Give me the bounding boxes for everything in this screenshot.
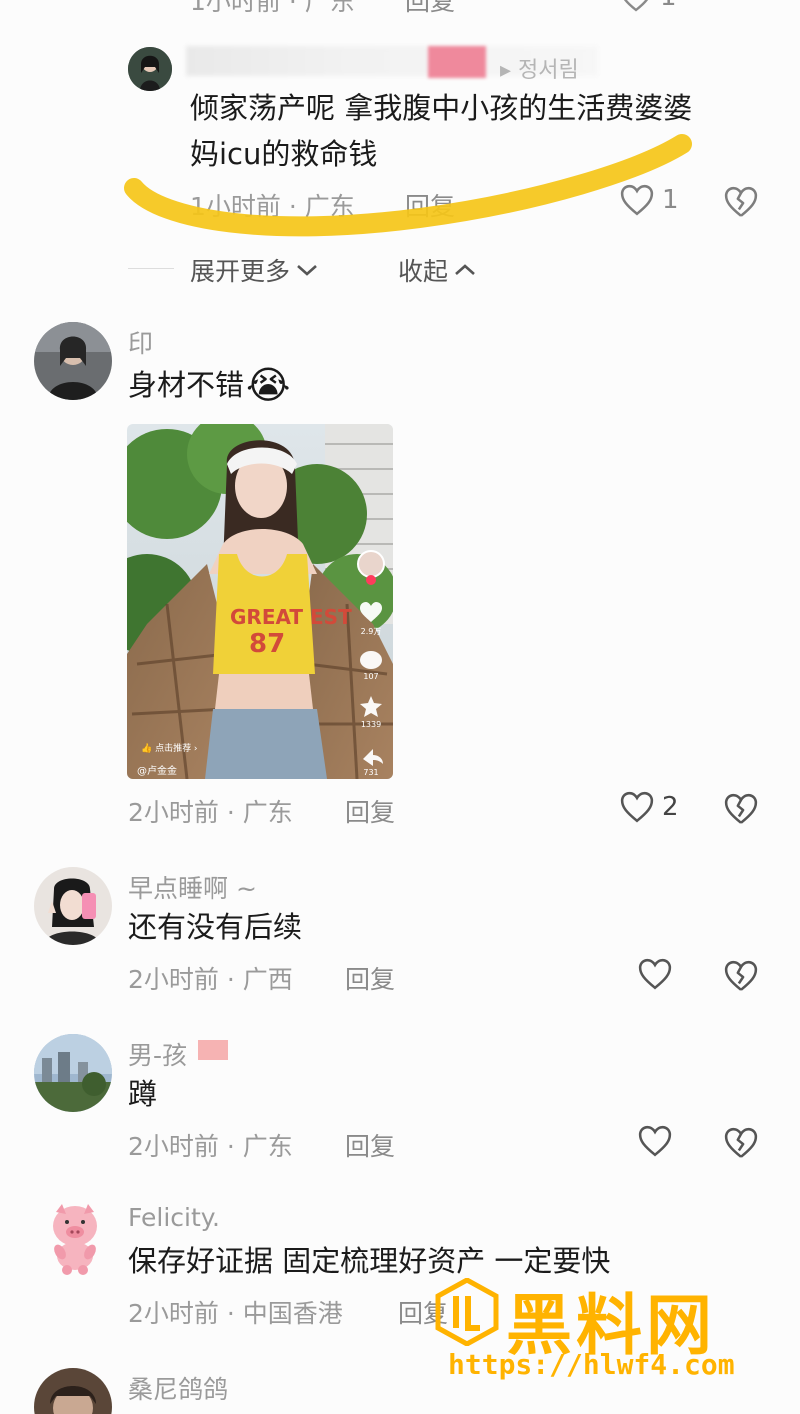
flag-icon <box>198 1040 228 1060</box>
collapse-label: 收起 <box>398 257 449 286</box>
svg-text:107: 107 <box>363 672 378 681</box>
avatar-image <box>34 1368 112 1414</box>
broken-heart-icon <box>724 186 758 217</box>
like-count: 1 <box>660 0 677 12</box>
watermark: 黑料网 https://hlwf4.com <box>434 1272 764 1387</box>
watermark-logo-icon <box>435 1278 499 1346</box>
video-count-likes: 2.9万 <box>361 627 382 636</box>
chevron-up-icon <box>455 264 475 275</box>
comment-username[interactable]: 男-孩 <box>128 1036 187 1072</box>
shirt-text: GREAT EST <box>230 605 352 629</box>
broken-heart-icon <box>724 960 758 991</box>
dislike-button[interactable] <box>724 960 758 996</box>
reply-button[interactable]: 回复 <box>345 960 395 996</box>
comment-text: 还有没有后续 <box>128 910 303 944</box>
avatar-image <box>128 47 172 91</box>
video-card[interactable]: GREAT EST 87 2.9万 107 1339 731 👍 点击推荐 › … <box>127 424 393 779</box>
comment-meta: 2小时前 · 广东 <box>128 1132 293 1161</box>
like-button[interactable]: 1 <box>620 0 677 12</box>
pig-avatar-icon <box>53 1204 97 1275</box>
reply-to-label: ▸ 정서림 <box>500 58 579 83</box>
comment-text: 蹲 <box>128 1077 158 1111</box>
heart-outline-icon <box>620 184 654 216</box>
svg-text:@卢金金: @卢金金 <box>137 764 177 777</box>
dislike-button[interactable] <box>724 1127 758 1163</box>
comment-meta: 2小时前 · 广西 <box>128 965 293 994</box>
reply-button[interactable]: 回复 <box>345 793 395 829</box>
broken-heart-icon <box>724 1127 758 1158</box>
comment-username[interactable]: 桑尼鸽鸽 <box>128 1370 228 1406</box>
heart-outline-icon <box>638 958 672 990</box>
comment-username[interactable]: 早点睡啊 ~ <box>128 869 257 905</box>
video-thumbnail: GREAT EST 87 2.9万 107 1339 731 👍 点击推荐 › … <box>127 424 393 779</box>
crying-emoji: 😭 <box>246 363 291 407</box>
avatar-image <box>34 1034 112 1112</box>
svg-text:1339: 1339 <box>361 720 381 729</box>
collapse-button[interactable]: 收起 <box>398 252 476 288</box>
like-count: 2 <box>662 792 679 822</box>
reply-button[interactable]: 回复 <box>345 1127 395 1163</box>
expand-more-label: 展开更多 <box>190 257 291 286</box>
avatar-image <box>34 322 112 400</box>
dislike-button[interactable] <box>724 186 758 222</box>
like-button[interactable]: 1 <box>620 184 679 216</box>
avatar[interactable] <box>40 1200 110 1276</box>
highlight-stroke <box>124 134 692 237</box>
badge-redacted <box>428 46 486 78</box>
chevron-down-icon <box>297 265 317 276</box>
like-count: 1 <box>662 185 679 215</box>
avatar[interactable] <box>34 1368 112 1414</box>
svg-text:87: 87 <box>249 629 285 659</box>
comment-meta: 1小时前 · 广东 <box>190 0 355 14</box>
comment-meta: 2小时前 · 中国香港 <box>128 1299 343 1328</box>
svg-text:731: 731 <box>363 768 378 777</box>
like-button[interactable] <box>638 958 672 990</box>
comment-username[interactable]: 印 <box>128 324 153 360</box>
comment-text: 身材不错 <box>128 368 245 402</box>
expand-more-button[interactable]: 展开更多 <box>190 252 318 288</box>
heart-outline-icon <box>620 791 654 823</box>
reply-button[interactable]: 回复 <box>405 0 455 14</box>
comment-username[interactable]: Felicity. <box>128 1203 220 1232</box>
top-partial-comment: 1小时前 · 广东 回复 1 <box>0 0 800 14</box>
watermark-url: https://hlwf4.com <box>448 1348 735 1381</box>
broken-heart-icon <box>724 793 758 824</box>
like-button[interactable] <box>638 1125 672 1157</box>
like-button[interactable]: 2 <box>620 791 679 823</box>
comment-text-line1: 倾家荡产呢 拿我腹中小孩的生活费婆婆 <box>190 91 693 125</box>
avatar[interactable] <box>128 47 172 91</box>
heart-outline-icon <box>638 1125 672 1157</box>
avatar[interactable] <box>34 322 112 400</box>
avatar[interactable] <box>34 867 112 945</box>
svg-text:👍 点击推荐 ›: 👍 点击推荐 › <box>141 742 198 754</box>
divider <box>128 268 174 269</box>
dislike-button[interactable] <box>724 793 758 829</box>
comment-meta: 2小时前 · 广东 <box>128 798 293 827</box>
avatar[interactable] <box>34 1034 112 1112</box>
avatar-image <box>34 867 112 945</box>
heart-outline-icon <box>623 0 649 12</box>
